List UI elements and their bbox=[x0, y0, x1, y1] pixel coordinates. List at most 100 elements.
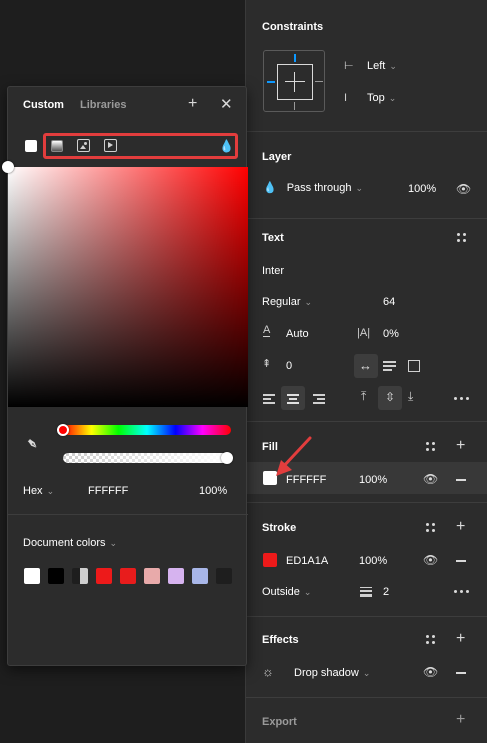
constraint-top-indicator[interactable] bbox=[294, 54, 296, 62]
more-options-icon[interactable] bbox=[454, 397, 470, 401]
hex-input[interactable]: FFFFFF bbox=[88, 485, 128, 497]
stroke-hex[interactable]: ED1A1A bbox=[286, 555, 328, 567]
stroke-position-select[interactable]: Outside ⌄ bbox=[262, 586, 311, 598]
constraint-widget[interactable] bbox=[263, 50, 325, 112]
add-fill-icon[interactable]: + bbox=[456, 438, 465, 454]
font-family[interactable]: Inter bbox=[262, 265, 284, 277]
layer-section: Layer 💧 Pass through ⌄ 100% 👁 bbox=[246, 131, 487, 218]
color-format-value: Hex bbox=[23, 485, 43, 497]
layer-opacity[interactable]: 100% bbox=[408, 183, 436, 195]
add-effect-icon[interactable]: + bbox=[456, 631, 465, 647]
chevron-down-icon: ⌄ bbox=[388, 92, 397, 103]
fill-opacity[interactable]: 100% bbox=[359, 474, 387, 486]
add-stroke-icon[interactable]: + bbox=[456, 519, 465, 535]
stroke-section: Stroke + ED1A1A 100% 👁 Outside ⌄ 2 bbox=[246, 502, 487, 616]
document-color-swatch[interactable] bbox=[168, 568, 184, 584]
vertical-constraint-icon: I bbox=[344, 91, 348, 104]
hue-slider[interactable] bbox=[63, 425, 231, 435]
align-right-icon[interactable] bbox=[313, 394, 325, 404]
align-middle-button[interactable]: ⇳ bbox=[378, 386, 402, 410]
blend-drop-icon: 💧 bbox=[263, 181, 277, 194]
document-colors-select[interactable]: Document colors ⌄ bbox=[23, 537, 117, 549]
color-format-select[interactable]: Hex ⌄ bbox=[23, 485, 54, 497]
vertical-constraint-select[interactable]: I Top ⌄ bbox=[344, 92, 396, 104]
remove-stroke-icon[interactable] bbox=[456, 560, 466, 562]
effect-type-select[interactable]: Drop shadow ⌄ bbox=[294, 667, 370, 679]
saturation-value-handle[interactable] bbox=[2, 161, 14, 173]
align-center-icon bbox=[287, 394, 299, 404]
add-style-icon[interactable]: + bbox=[188, 96, 197, 112]
effect-settings-icon[interactable]: ☼ bbox=[262, 664, 274, 679]
fill-hex[interactable]: FFFFFF bbox=[286, 474, 326, 486]
document-color-swatch[interactable] bbox=[216, 568, 232, 584]
export-title: Export bbox=[262, 716, 297, 728]
layer-title: Layer bbox=[262, 151, 292, 163]
alpha-handle[interactable] bbox=[221, 452, 233, 464]
align-bottom-icon[interactable]: ⤓ bbox=[408, 389, 413, 404]
effects-title: Effects bbox=[262, 634, 299, 646]
text-styles-icon[interactable] bbox=[457, 233, 467, 243]
document-color-swatch[interactable] bbox=[192, 568, 208, 584]
chevron-down-icon: ⌄ bbox=[355, 182, 364, 193]
remove-fill-icon[interactable] bbox=[456, 479, 466, 481]
saturation-value-field[interactable] bbox=[8, 167, 248, 407]
document-color-swatch[interactable] bbox=[24, 568, 40, 584]
add-export-icon[interactable]: + bbox=[456, 712, 465, 728]
stroke-styles-icon[interactable] bbox=[426, 523, 436, 533]
chevron-down-icon: ⌄ bbox=[303, 586, 312, 597]
document-color-swatch[interactable] bbox=[120, 568, 136, 584]
stroke-weight-icon bbox=[360, 587, 372, 597]
tab-custom[interactable]: Custom bbox=[23, 99, 64, 111]
align-center-button[interactable] bbox=[281, 386, 305, 410]
align-left-icon[interactable] bbox=[263, 394, 275, 404]
stroke-visibility-icon[interactable]: 👁 bbox=[423, 553, 438, 567]
color-picker: Custom Libraries + ✕ 💧 ✒ Hex ⌄ FFFFFF 10… bbox=[2, 86, 248, 666]
opacity-input[interactable]: 100% bbox=[199, 485, 227, 497]
letter-spacing-value[interactable]: 0% bbox=[383, 328, 399, 340]
document-color-swatch[interactable] bbox=[48, 568, 64, 584]
chevron-down-icon: ⌄ bbox=[304, 296, 313, 307]
document-color-swatch[interactable] bbox=[72, 568, 88, 584]
auto-height-icon[interactable] bbox=[383, 361, 396, 371]
paragraph-spacing-value[interactable]: 0 bbox=[286, 360, 292, 372]
text-section: Text Inter Regular ⌄ 64 A Auto |A| 0% ⇞ … bbox=[246, 218, 487, 421]
line-height-value[interactable]: Auto bbox=[286, 328, 309, 340]
alpha-slider[interactable] bbox=[63, 453, 231, 463]
font-weight-select[interactable]: Regular ⌄ bbox=[262, 296, 312, 308]
blend-mode-select[interactable]: 💧 Pass through ⌄ bbox=[263, 182, 363, 194]
fill-visibility-icon[interactable]: 👁 bbox=[423, 472, 438, 486]
document-color-swatch[interactable] bbox=[144, 568, 160, 584]
hue-handle[interactable] bbox=[57, 424, 69, 436]
line-height-icon: A bbox=[263, 324, 271, 337]
effect-visibility-icon[interactable]: 👁 bbox=[423, 665, 438, 679]
stroke-opacity[interactable]: 100% bbox=[359, 555, 387, 567]
letter-spacing-icon: |A| bbox=[357, 327, 371, 339]
chevron-down-icon: ⌄ bbox=[109, 537, 118, 548]
font-size[interactable]: 64 bbox=[383, 296, 395, 308]
eyedropper-icon[interactable]: ✒ bbox=[21, 433, 43, 455]
document-color-swatch[interactable] bbox=[96, 568, 112, 584]
remove-effect-icon[interactable] bbox=[456, 672, 466, 674]
stroke-swatch[interactable] bbox=[263, 553, 277, 567]
stroke-weight-value[interactable]: 2 bbox=[383, 586, 389, 598]
horizontal-constraint-select[interactable]: ⊢ Left ⌄ bbox=[344, 60, 397, 72]
document-colors-label: Document colors bbox=[23, 537, 106, 549]
design-panel: Constraints ⊢ Left ⌄ I Top ⌄ Layer 💧 Pas… bbox=[245, 0, 487, 743]
fill-styles-icon[interactable] bbox=[426, 442, 436, 452]
divider bbox=[8, 514, 248, 515]
layer-visibility-icon[interactable]: 👁 bbox=[456, 182, 471, 196]
tab-libraries[interactable]: Libraries bbox=[80, 99, 126, 111]
effects-styles-icon[interactable] bbox=[426, 635, 436, 645]
align-top-icon[interactable]: ⤒ bbox=[361, 389, 366, 404]
font-weight-value: Regular bbox=[262, 296, 301, 308]
solid-paint-icon[interactable] bbox=[25, 140, 37, 152]
effect-type-value: Drop shadow bbox=[294, 667, 359, 679]
constraint-left-indicator[interactable] bbox=[267, 81, 275, 83]
fixed-size-icon[interactable] bbox=[408, 360, 420, 372]
auto-width-icon: ↔ bbox=[359, 358, 372, 373]
stroke-position-value: Outside bbox=[262, 586, 300, 598]
close-icon[interactable]: ✕ bbox=[220, 95, 233, 113]
auto-width-button[interactable]: ↔ bbox=[354, 354, 378, 378]
highlight-annotation bbox=[43, 133, 238, 159]
stroke-more-options-icon[interactable] bbox=[454, 590, 470, 594]
